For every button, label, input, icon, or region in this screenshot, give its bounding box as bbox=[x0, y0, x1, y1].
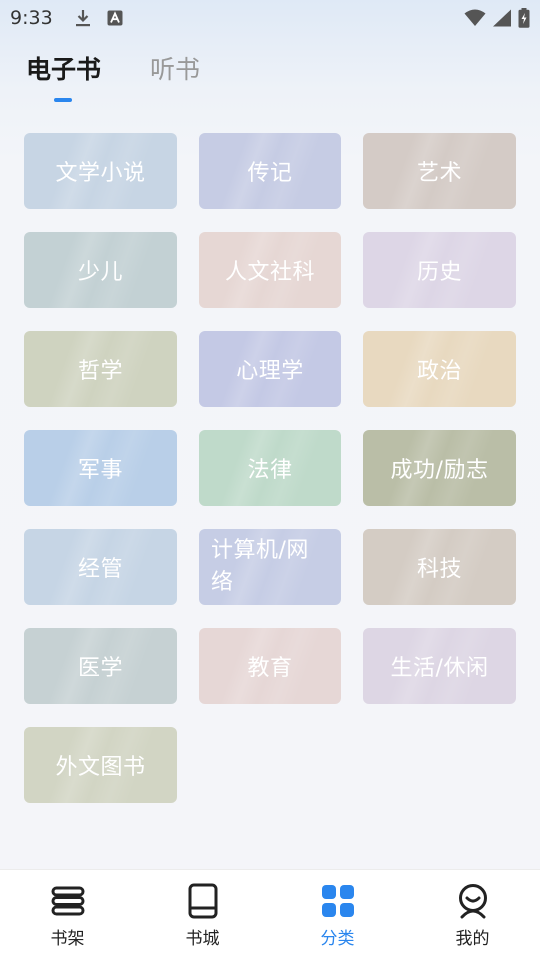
category-grid: 文学小说 传记 艺术 少儿 人文社科 历史 哲学 心理学 政治 军事 法律 成功… bbox=[0, 0, 540, 860]
nav-bookstore[interactable]: 书城 bbox=[135, 870, 270, 960]
nav-category[interactable]: 分类 bbox=[270, 870, 405, 960]
profile-icon bbox=[458, 884, 487, 919]
category-humanities[interactable]: 人文社科 bbox=[199, 232, 341, 308]
category-label: 传记 bbox=[247, 161, 293, 186]
category-label: 经管 bbox=[77, 557, 123, 582]
category-literature-fiction[interactable]: 文学小说 bbox=[24, 133, 177, 209]
category-lifestyle[interactable]: 生活/休闲 bbox=[363, 628, 516, 704]
category-politics[interactable]: 政治 bbox=[363, 331, 516, 407]
nav-label: 分类 bbox=[320, 929, 355, 949]
nav-bookshelf[interactable]: 书架 bbox=[0, 870, 135, 960]
category-computer[interactable]: 计算机/网络 bbox=[199, 529, 341, 605]
category-technology[interactable]: 科技 bbox=[363, 529, 516, 605]
category-grid-icon bbox=[321, 885, 354, 917]
category-psychology[interactable]: 心理学 bbox=[199, 331, 341, 407]
category-label: 外文图书 bbox=[55, 755, 146, 780]
bottom-nav: 书架 书城 分类 我的 bbox=[0, 869, 540, 960]
category-label: 人文社科 bbox=[224, 260, 315, 285]
category-label: 心理学 bbox=[236, 359, 304, 384]
category-foreign-books[interactable]: 外文图书 bbox=[24, 727, 177, 803]
category-label: 计算机/网络 bbox=[211, 538, 309, 595]
category-history[interactable]: 历史 bbox=[363, 232, 516, 308]
category-label: 军事 bbox=[77, 458, 123, 483]
category-label: 教育 bbox=[247, 656, 293, 681]
category-label: 法律 bbox=[247, 458, 293, 483]
nav-label: 书城 bbox=[185, 929, 220, 949]
category-label: 政治 bbox=[416, 359, 462, 384]
nav-label: 书架 bbox=[50, 929, 85, 949]
category-label: 成功/励志 bbox=[390, 458, 489, 483]
category-label: 生活/休闲 bbox=[390, 656, 489, 681]
category-art[interactable]: 艺术 bbox=[363, 133, 516, 209]
category-biography[interactable]: 传记 bbox=[199, 133, 341, 209]
category-philosophy[interactable]: 哲学 bbox=[24, 331, 177, 407]
category-medicine[interactable]: 医学 bbox=[24, 628, 177, 704]
category-label: 医学 bbox=[77, 656, 123, 681]
category-law[interactable]: 法律 bbox=[199, 430, 341, 506]
category-children[interactable]: 少儿 bbox=[24, 232, 177, 308]
bookshelf-icon bbox=[51, 886, 84, 916]
category-label: 科技 bbox=[416, 557, 462, 582]
category-label: 艺术 bbox=[416, 161, 462, 186]
nav-label: 我的 bbox=[455, 929, 490, 949]
category-military[interactable]: 军事 bbox=[24, 430, 177, 506]
category-label: 历史 bbox=[416, 260, 462, 285]
category-label: 哲学 bbox=[77, 359, 123, 384]
book-icon bbox=[188, 883, 217, 919]
category-label: 文学小说 bbox=[55, 161, 146, 186]
nav-profile[interactable]: 我的 bbox=[405, 870, 540, 960]
category-success[interactable]: 成功/励志 bbox=[363, 430, 516, 506]
category-label: 少儿 bbox=[77, 260, 123, 285]
category-education[interactable]: 教育 bbox=[199, 628, 341, 704]
category-business[interactable]: 经管 bbox=[24, 529, 177, 605]
